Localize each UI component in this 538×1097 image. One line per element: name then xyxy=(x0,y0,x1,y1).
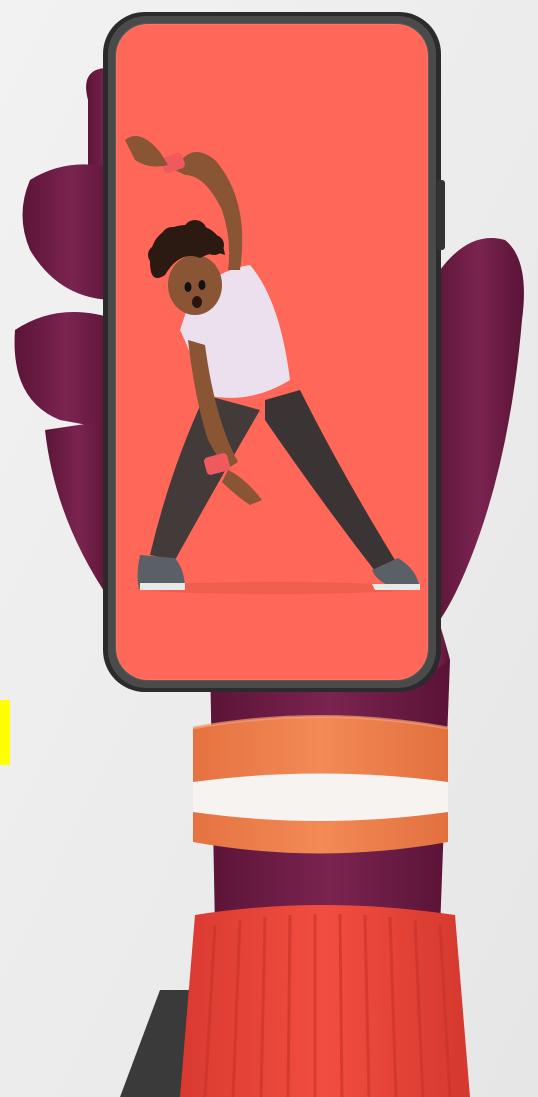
character-eye-right xyxy=(198,280,206,290)
character-mouth xyxy=(192,296,202,308)
phone-side-button xyxy=(437,180,445,250)
wristband xyxy=(192,715,449,854)
yellow-marker xyxy=(0,700,10,765)
sleeve-cuff xyxy=(180,905,470,1097)
character-eye-left xyxy=(184,282,192,292)
illustration-scene xyxy=(0,0,538,1097)
hand-holding-phone-illustration xyxy=(0,0,538,1097)
